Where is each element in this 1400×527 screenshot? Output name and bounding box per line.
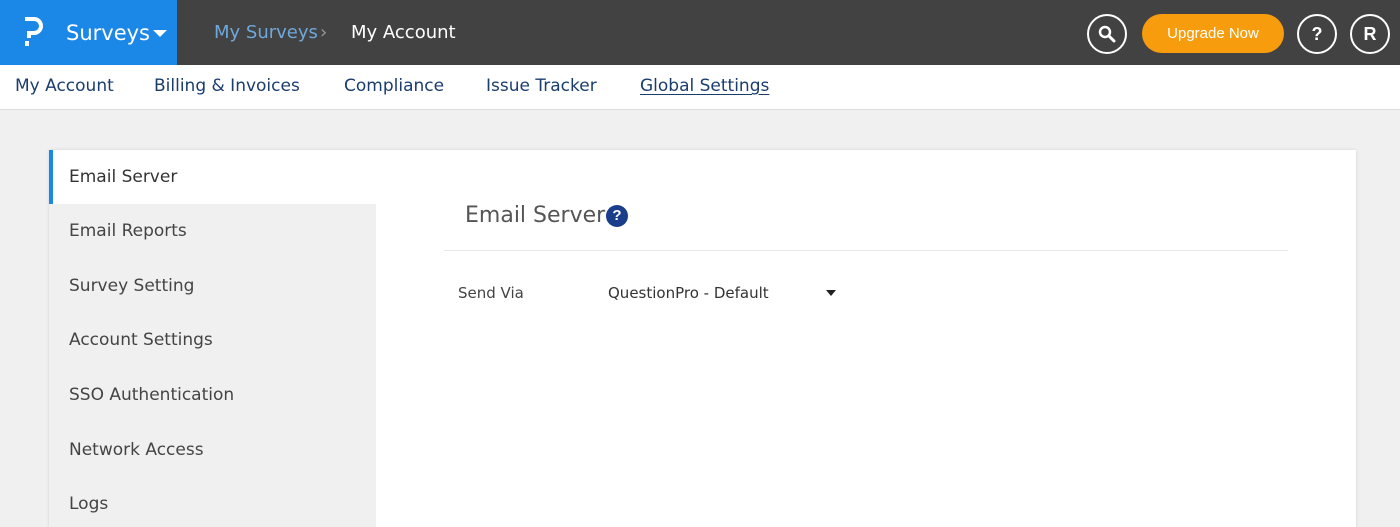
page-title: Email Server <box>465 203 606 228</box>
tab-global-settings[interactable]: Global Settings <box>640 75 769 97</box>
chevron-down-icon[interactable] <box>153 30 167 37</box>
search-button[interactable] <box>1087 14 1127 54</box>
sidebar-item-email-server[interactable]: Email Server <box>49 150 376 204</box>
settings-sidebar: Email Server Email Reports Survey Settin… <box>49 150 376 527</box>
sidebar-item-email-reports[interactable]: Email Reports <box>49 204 376 258</box>
sidebar-item-survey-setting[interactable]: Survey Setting <box>49 259 376 313</box>
account-nav: My Account Billing & Invoices Compliance… <box>0 65 1400 110</box>
product-name: Surveys <box>66 21 150 45</box>
divider <box>444 250 1288 251</box>
breadcrumb-my-account: My Account <box>351 22 456 43</box>
tab-compliance[interactable]: Compliance <box>344 75 444 97</box>
send-via-value: QuestionPro - Default <box>608 284 769 302</box>
sidebar-item-network-access[interactable]: Network Access <box>49 423 376 477</box>
questionpro-logo-icon <box>25 17 43 46</box>
tab-billing-invoices[interactable]: Billing & Invoices <box>154 75 300 97</box>
send-via-label: Send Via <box>458 284 524 302</box>
chevron-right-icon: › <box>320 22 328 43</box>
help-button[interactable]: ? <box>1297 14 1337 54</box>
breadcrumb-my-surveys[interactable]: My Surveys <box>214 21 318 45</box>
brand-menu[interactable]: Surveys <box>0 0 177 65</box>
sidebar-item-account-settings[interactable]: Account Settings <box>49 313 376 367</box>
tab-issue-tracker[interactable]: Issue Tracker <box>486 75 597 97</box>
sidebar-item-sso-authentication[interactable]: SSO Authentication <box>49 368 376 422</box>
upgrade-now-button[interactable]: Upgrade Now <box>1142 14 1284 53</box>
sidebar-item-logs[interactable]: Logs <box>49 477 376 527</box>
send-via-select[interactable]: QuestionPro - Default <box>608 278 840 308</box>
settings-card: Email Server Email Reports Survey Settin… <box>49 150 1356 527</box>
user-avatar-button[interactable]: R <box>1350 14 1390 54</box>
top-bar: Surveys My Surveys › My Account Upgrade … <box>0 0 1400 65</box>
help-circle-icon[interactable]: ? <box>606 205 628 227</box>
caret-down-icon <box>826 290 836 296</box>
tab-my-account[interactable]: My Account <box>15 75 114 97</box>
search-icon <box>1098 25 1116 43</box>
